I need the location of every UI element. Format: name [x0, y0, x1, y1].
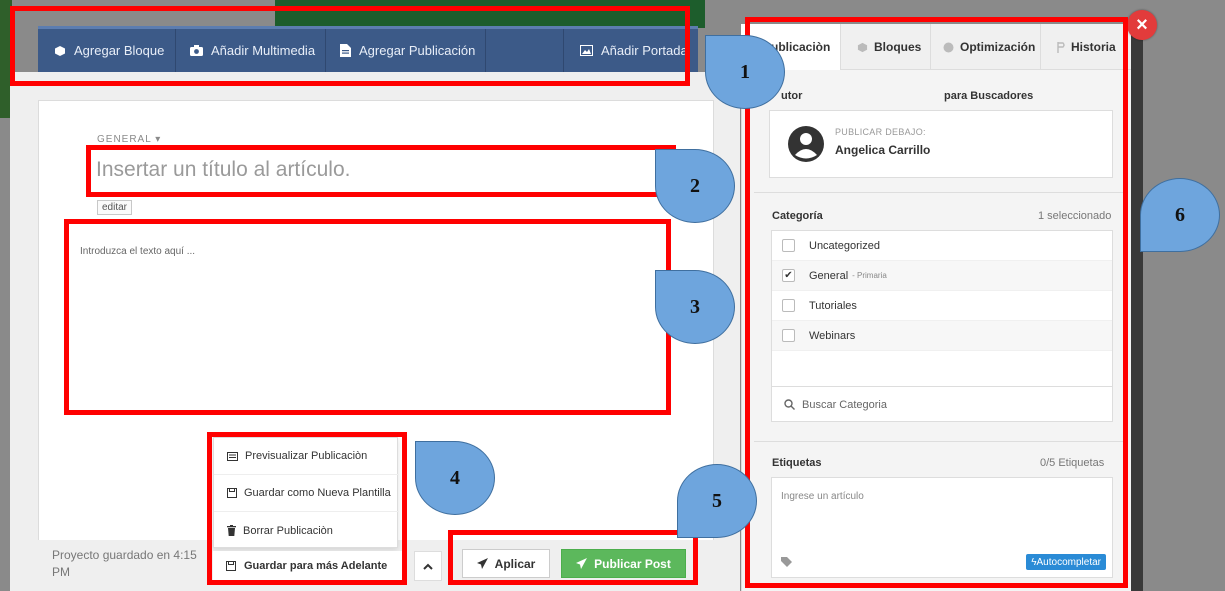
callout-marker: 6: [1140, 178, 1220, 252]
screenshot-stage: Agregar Bloque Añadir Multimedia Agregar…: [0, 0, 1225, 591]
callout-marker: 2: [655, 149, 735, 223]
close-icon: ×: [1136, 13, 1148, 36]
callout-number: 3: [690, 295, 700, 318]
callout-marker: 1: [705, 35, 785, 109]
annotation-box-sidebar: [745, 17, 1128, 588]
save-options-toggle[interactable]: [414, 551, 442, 581]
callout-number: 1: [740, 60, 750, 83]
annotation-box-publish: [448, 530, 698, 585]
callout-number: 6: [1175, 203, 1185, 226]
callout-number: 4: [450, 466, 460, 489]
callout-marker: 5: [677, 464, 757, 538]
annotation-box-toolbar: [10, 6, 690, 86]
save-status: Proyecto guardado en 4:15 PM: [52, 548, 197, 579]
category-dropdown[interactable]: GENERAL ▾: [97, 134, 161, 145]
annotation-box-title: [86, 145, 676, 197]
callout-number: 5: [712, 489, 722, 512]
callout-marker: 3: [655, 270, 735, 344]
callout-marker: 4: [415, 441, 495, 515]
annotation-box-body: [64, 219, 671, 415]
chevron-up-icon: [423, 563, 433, 570]
close-button[interactable]: ×: [1127, 10, 1157, 40]
edit-slug-button[interactable]: editar: [97, 200, 133, 215]
sidebar-edge: [1131, 24, 1143, 591]
callout-number: 2: [690, 174, 700, 197]
annotation-box-save-menu: [207, 432, 407, 585]
